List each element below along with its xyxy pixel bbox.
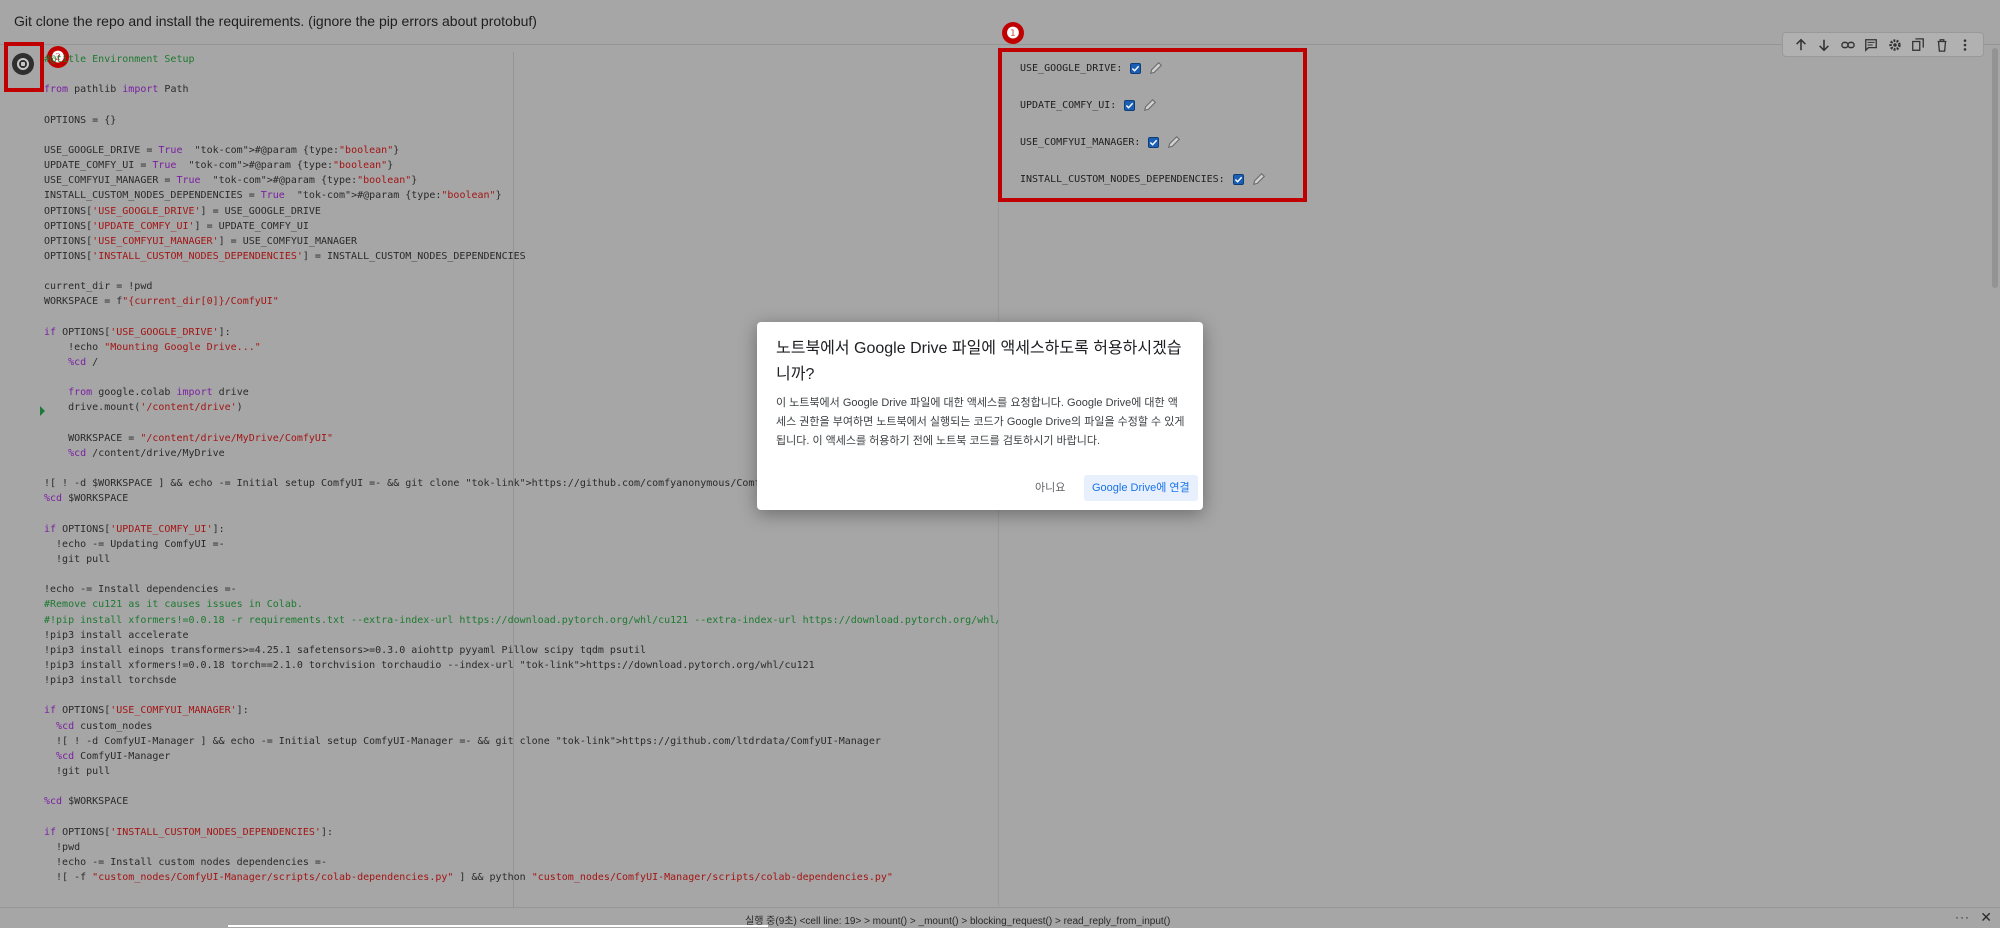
code-line: ![ -f "custom_nodes/ComfyUI-Manager/scri…: [44, 872, 893, 884]
code-line: %cd custom_nodes: [56, 720, 153, 732]
comment-icon[interactable]: [1862, 36, 1880, 54]
code-line: !pip3 install torchsde: [44, 675, 177, 687]
run-button-highlight: [4, 42, 44, 92]
code-line: %cd /content/drive/MyDrive: [68, 447, 225, 459]
markdown-cell-text: Git clone the repo and install the requi…: [14, 13, 537, 29]
code-line: #@title Environment Setup: [44, 54, 195, 65]
code-line: !echo -= Install dependencies =-: [44, 584, 237, 596]
code-line: !pip3 install xformers!=0.0.18 torch==2.…: [44, 660, 815, 671]
dialog-title: 노트북에서 Google Drive 파일에 액세스하도록 허용하시겠습니까?: [776, 340, 1182, 383]
code-line: if OPTIONS['USE_COMFYUI_MANAGER']:: [44, 705, 249, 717]
code-line: from google.colab import drive: [68, 387, 249, 399]
colab-notebook: Git clone the repo and install the requi…: [0, 0, 2000, 928]
mirror-cell-icon[interactable]: [1909, 36, 1927, 54]
code-line: !git pull: [44, 766, 111, 778]
cell-gutter: [0, 46, 40, 906]
code-line: UPDATE_COMFY_UI = True "tok-com">#@param…: [44, 160, 394, 172]
code-line: %cd ComfyUI-Manager: [56, 750, 171, 762]
code-line: !echo -= Install custom nodes dependenci…: [44, 856, 327, 868]
code-line: %cd $WORKSPACE: [44, 493, 129, 505]
code-line: current_dir = !pwd: [44, 281, 153, 293]
code-line: !pip3 install einops transformers>=4.25.…: [44, 644, 647, 656]
code-line: from pathlib import Path: [44, 84, 189, 96]
code-line: %cd /: [68, 357, 99, 368]
ruler-line: [513, 52, 514, 907]
arrow-down-icon[interactable]: [1815, 36, 1833, 54]
more-vert-icon[interactable]: [1956, 36, 1974, 54]
code-line: WORKSPACE = f"{current_dir[0]}/ComfyUI": [44, 296, 279, 308]
code-line: INSTALL_CUSTOM_NODES_DEPENDENCIES = True…: [44, 190, 502, 202]
dialog-body: 이 노트북에서 Google Drive 파일에 대한 액세스를 요청합니다. …: [776, 397, 1185, 447]
more-horiz-icon[interactable]: ···: [1955, 910, 1970, 924]
code-line: !echo "Mounting Google Drive...": [44, 341, 261, 353]
code-line: ![ ! -d $WORKSPACE ] && echo -= Initial …: [44, 478, 779, 490]
code-line: !echo -= Updating ComfyUI =-: [44, 538, 225, 550]
code-line: %cd $WORKSPACE: [44, 796, 129, 808]
cell-toolbar: [1782, 32, 1984, 57]
code-line: !pip3 install accelerate: [44, 629, 189, 641]
code-line: #Remove cu121 as it causes issues in Col…: [44, 599, 303, 611]
scrollbar-thumb[interactable]: [1992, 48, 1998, 288]
link-icon[interactable]: [1839, 36, 1857, 54]
code-line: OPTIONS['UPDATE_COMFY_UI'] = UPDATE_COMF…: [44, 220, 309, 232]
code-line: !git pull: [44, 553, 111, 565]
code-line: !pwd: [44, 841, 81, 853]
code-line: if OPTIONS['USE_GOOGLE_DRIVE']:: [44, 326, 231, 338]
arrow-up-icon[interactable]: [1792, 36, 1810, 54]
code-line: WORKSPACE = "/content/drive/MyDrive/Comf…: [44, 432, 333, 444]
code-line: USE_GOOGLE_DRIVE = True "tok-com">#@para…: [44, 144, 400, 156]
code-line: drive.mount('/content/drive'): [44, 402, 243, 414]
gear-icon[interactable]: [1886, 36, 1904, 54]
form-panel-highlight: [998, 48, 1307, 202]
code-line: OPTIONS = {}: [44, 114, 117, 126]
delete-icon[interactable]: [1933, 36, 1951, 54]
drive-permission-dialog: 노트북에서 Google Drive 파일에 액세스하도록 허용하시겠습니까? …: [757, 322, 1203, 510]
code-line: if OPTIONS['INSTALL_CUSTOM_NODES_DEPENDE…: [44, 826, 333, 838]
code-line: OPTIONS['USE_COMFYUI_MANAGER'] = USE_COM…: [44, 235, 358, 247]
code-line: USE_COMFYUI_MANAGER = True "tok-com">#@p…: [44, 175, 418, 187]
code-line: OPTIONS['USE_GOOGLE_DRIVE'] = USE_GOOGLE…: [44, 205, 321, 217]
marker-1: ❶: [1002, 22, 1024, 44]
close-icon[interactable]: ✕: [1980, 909, 1992, 926]
vertical-scrollbar[interactable]: [1990, 46, 2000, 906]
code-line: OPTIONS['INSTALL_CUSTOM_NODES_DEPENDENCI…: [44, 250, 526, 262]
cancel-button[interactable]: 아니요: [1027, 476, 1073, 500]
cell-divider: [0, 44, 2000, 45]
code-line: #!pip install xformers!=0.0.18 -r requir…: [44, 614, 998, 626]
connect-drive-button[interactable]: Google Drive에 연결: [1084, 475, 1198, 501]
execution-status: 실행 중(9초) <cell line: 19> > mount() > _mo…: [745, 916, 1171, 927]
code-line: if OPTIONS['UPDATE_COMFY_UI']:: [44, 523, 225, 535]
code-line: ![ ! -d ComfyUI-Manager ] && echo -= Ini…: [44, 735, 881, 747]
